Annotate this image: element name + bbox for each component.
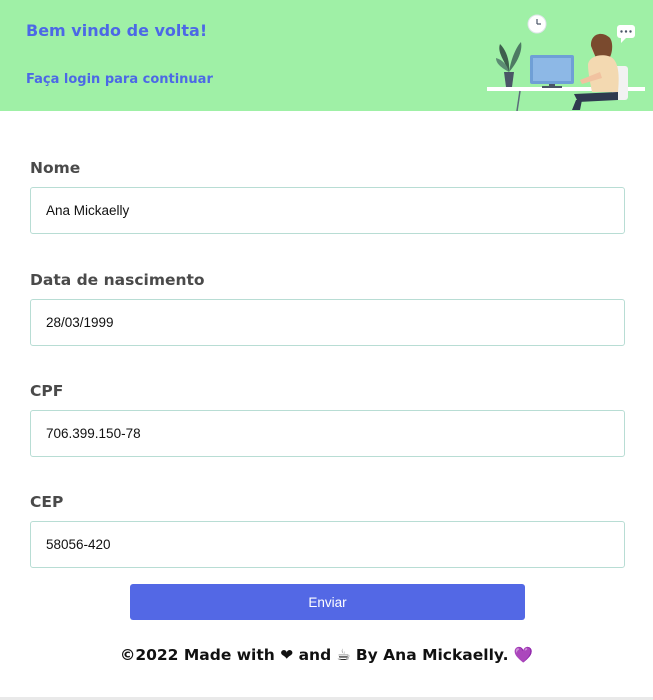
name-label: Nome (30, 159, 81, 177)
submit-button[interactable]: Enviar (130, 584, 525, 620)
cep-input[interactable]: 58056-420 (30, 521, 625, 568)
cep-label: CEP (30, 493, 64, 511)
birthdate-input[interactable]: 28/03/1999 (30, 299, 625, 346)
login-subtitle: Faça login para continuar (26, 72, 213, 87)
footer-credit: ©2022 Made with ❤ and ☕ By Ana Mickaelly… (119, 646, 534, 664)
name-input[interactable]: Ana Mickaelly (30, 187, 625, 234)
birthdate-label: Data de nascimento (30, 271, 205, 289)
header-banner: Bem vindo de volta! Faça login para cont… (0, 0, 653, 111)
welcome-title: Bem vindo de volta! (26, 21, 208, 40)
cpf-input[interactable]: 706.399.150-78 (30, 410, 625, 457)
workspace-illustration (487, 14, 645, 111)
form-card: Bem vindo de volta! Faça login para cont… (0, 0, 653, 697)
cpf-label: CPF (30, 382, 64, 400)
